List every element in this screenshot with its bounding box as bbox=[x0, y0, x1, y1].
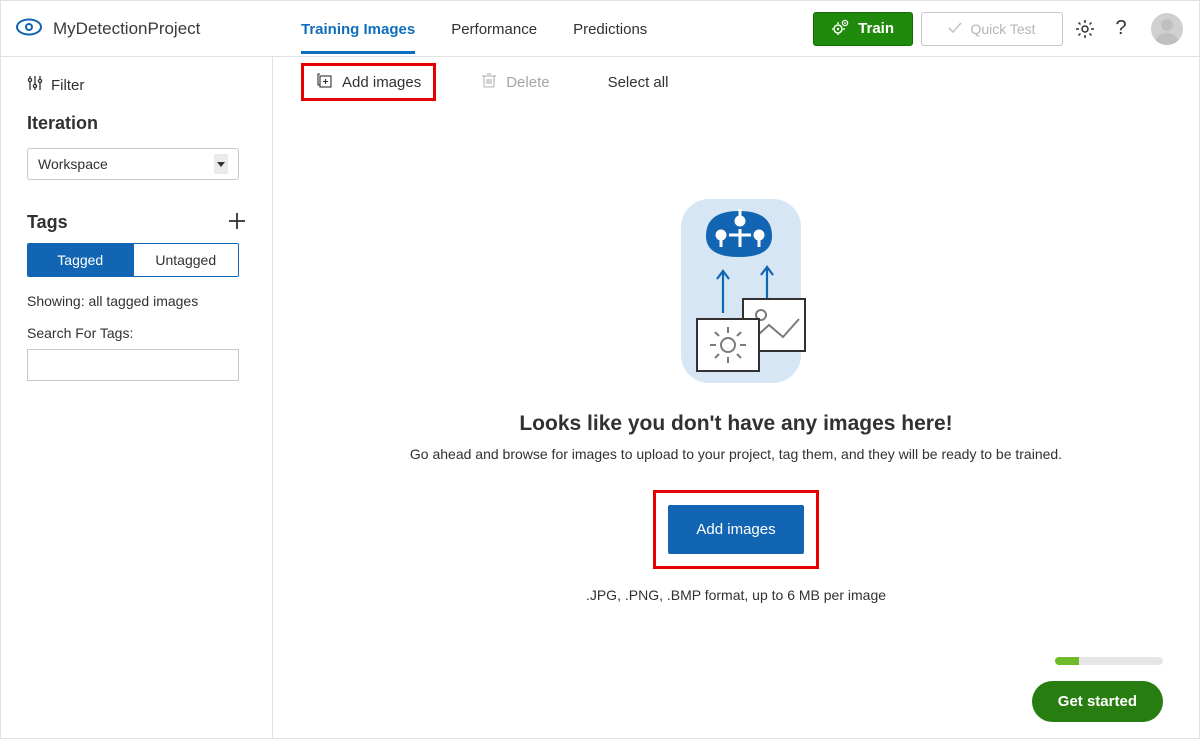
train-button-label: Train bbox=[858, 20, 894, 37]
select-all-toolbar-button[interactable]: Select all bbox=[596, 68, 681, 97]
untagged-segment[interactable]: Untagged bbox=[133, 244, 239, 276]
add-images-toolbar-button[interactable]: Add images bbox=[301, 63, 436, 101]
add-images-plus-icon bbox=[316, 72, 332, 92]
showing-status: Showing: all tagged images bbox=[27, 293, 246, 309]
tags-heading: Tags bbox=[27, 212, 68, 233]
tag-filter-segmented: Tagged Untagged bbox=[27, 243, 239, 277]
delete-toolbar-label: Delete bbox=[506, 74, 549, 91]
empty-subtitle: Go ahead and browse for images to upload… bbox=[410, 446, 1062, 462]
get-started-button[interactable]: Get started bbox=[1032, 681, 1163, 722]
delete-toolbar-button: Delete bbox=[470, 66, 561, 98]
add-images-highlight: Add images bbox=[653, 490, 818, 569]
filter-toggle[interactable]: Filter bbox=[27, 75, 246, 95]
empty-title: Looks like you don't have any images her… bbox=[519, 412, 952, 436]
filter-label: Filter bbox=[51, 77, 84, 94]
select-all-label: Select all bbox=[608, 74, 669, 91]
nav-tabs: Training Images Performance Predictions bbox=[301, 3, 647, 54]
body: Filter Iteration Workspace Tags Tagged U… bbox=[1, 57, 1199, 738]
train-button[interactable]: Train bbox=[813, 12, 913, 46]
add-images-toolbar-label: Add images bbox=[342, 74, 421, 91]
tab-training-images[interactable]: Training Images bbox=[301, 3, 415, 54]
quick-test-label: Quick Test bbox=[970, 21, 1035, 37]
sliders-icon bbox=[27, 75, 43, 95]
tagged-segment[interactable]: Tagged bbox=[28, 244, 133, 276]
content-toolbar: Add images Delete Select all bbox=[273, 57, 1199, 107]
settings-gear-icon[interactable] bbox=[1071, 19, 1099, 39]
quick-test-button: Quick Test bbox=[921, 12, 1063, 46]
get-started-panel: Get started bbox=[1032, 657, 1163, 722]
iteration-heading: Iteration bbox=[27, 113, 246, 134]
project-title: MyDetectionProject bbox=[53, 19, 200, 39]
user-avatar[interactable] bbox=[1151, 13, 1183, 45]
filter-sidebar: Filter Iteration Workspace Tags Tagged U… bbox=[1, 57, 273, 738]
top-header: MyDetectionProject Training Images Perfo… bbox=[1, 1, 1199, 57]
onboarding-progress bbox=[1055, 657, 1163, 665]
check-icon bbox=[948, 21, 962, 37]
tab-performance[interactable]: Performance bbox=[451, 3, 537, 54]
caret-down-icon bbox=[214, 154, 228, 174]
iteration-select[interactable]: Workspace bbox=[27, 148, 239, 180]
format-hint: .JPG, .PNG, .BMP format, up to 6 MB per … bbox=[586, 587, 886, 603]
gears-icon bbox=[832, 19, 850, 39]
trash-icon bbox=[482, 72, 496, 92]
vision-eye-icon bbox=[15, 17, 43, 40]
add-images-main-button[interactable]: Add images bbox=[668, 505, 803, 554]
help-icon[interactable]: ? bbox=[1107, 17, 1135, 40]
search-tags-label: Search For Tags: bbox=[27, 325, 246, 341]
brand-area: MyDetectionProject bbox=[13, 17, 293, 40]
iteration-selected-value: Workspace bbox=[38, 156, 108, 172]
tab-predictions[interactable]: Predictions bbox=[573, 3, 647, 54]
empty-illustration-icon bbox=[641, 191, 831, 394]
main-area: Add images Delete Select all bbox=[273, 57, 1199, 738]
add-tag-icon[interactable] bbox=[228, 212, 246, 233]
empty-state: Looks like you don't have any images her… bbox=[273, 107, 1199, 738]
search-tags-input[interactable] bbox=[27, 349, 239, 381]
